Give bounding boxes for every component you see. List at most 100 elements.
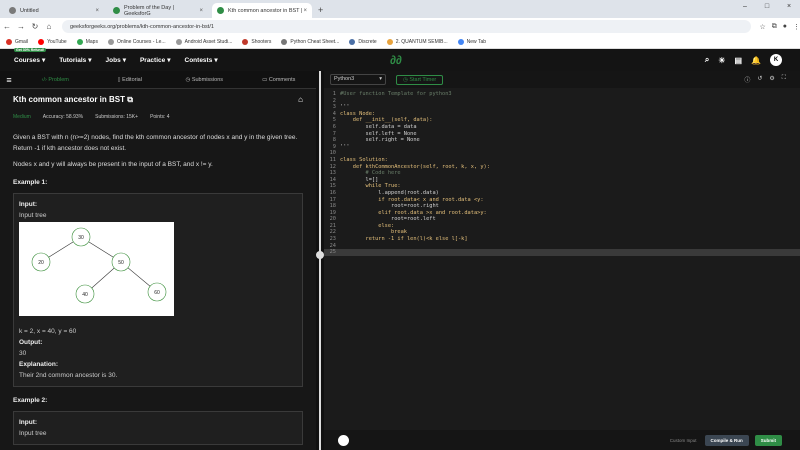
code-line[interactable]: 19 elif root.data >x and root.data>y: (324, 210, 800, 217)
start-timer-button[interactable]: ◷ Start Timer (396, 74, 444, 85)
code-line[interactable]: 25 (324, 249, 800, 256)
menu-icon[interactable]: ⋮ (793, 23, 800, 31)
info-icon[interactable]: ⓘ (744, 75, 750, 84)
browser-tab-active[interactable]: Kth common ancestor in BST | × (212, 3, 312, 18)
code-text: def __init__(self, data): (340, 117, 433, 124)
code-line[interactable]: 4 class Node: (324, 111, 800, 118)
code-line[interactable]: 23 return -1 if len(l)<k else l[-k] (324, 236, 800, 243)
browser-tab[interactable]: Problem of the Day | GeeksforG × (108, 3, 208, 18)
submissions-stat: Submissions: 15K+ (95, 114, 139, 120)
code-line[interactable]: 10 (324, 150, 800, 157)
tab-problem[interactable]: ‹/› Problem (18, 77, 93, 83)
code-line[interactable]: 24 (324, 243, 800, 250)
compile-run-button[interactable]: Compile & Run (704, 434, 749, 446)
line-number: 14 (329, 176, 336, 183)
tab-comments[interactable]: ▭ Comments (242, 77, 317, 83)
gear-icon[interactable] (338, 434, 349, 446)
hamburger-icon[interactable]: ≡ (0, 75, 18, 85)
code-line[interactable]: 20 root=root.left (324, 216, 800, 223)
close-icon[interactable]: × (95, 8, 99, 14)
minimize-icon[interactable]: – (734, 0, 756, 14)
language-select[interactable]: Python3 ▾ (330, 74, 386, 85)
tree-node-label: 30 (78, 235, 84, 241)
window-controls: – □ × (734, 0, 800, 14)
browser-tab-strip: Untitled × Problem of the Day | GeeksforG… (0, 0, 800, 18)
bookmark-online-courses[interactable]: Online Courses - Le... (107, 38, 166, 45)
tab-favicon (9, 7, 16, 14)
tab-editorial[interactable]: ▯ Editorial (93, 77, 168, 83)
code-line[interactable]: 9 ''' (324, 144, 800, 151)
menu-jobs[interactable]: Jobs ▾ (106, 56, 126, 65)
bookmark-new-tab[interactable]: New Tab (457, 38, 486, 45)
close-icon[interactable]: × (199, 8, 203, 14)
code-line[interactable]: 18 root=root.right (324, 203, 800, 210)
gfg-logo[interactable]: ∂∂ (390, 53, 402, 67)
new-tab-icon[interactable]: + (318, 3, 323, 18)
code-line[interactable]: 12 def kthCommonAncestor(self, root, k, … (324, 164, 800, 171)
pane-divider[interactable] (316, 71, 324, 450)
bookmark-icon[interactable]: ⌂ (298, 95, 303, 105)
code-line[interactable]: 21 else: (324, 223, 800, 230)
code-line[interactable]: 8 self.right = None (324, 137, 800, 144)
theme-toggle-icon[interactable]: ☀ (718, 56, 725, 65)
code-line[interactable]: 11 class Solution: (324, 157, 800, 164)
close-window-icon[interactable]: × (778, 0, 800, 14)
menu-practice[interactable]: Practice ▾ (140, 56, 171, 65)
menu-tutorials[interactable]: Tutorials ▾ (59, 56, 91, 65)
close-icon[interactable]: × (303, 8, 307, 14)
code-line[interactable]: 15 while True: (324, 183, 800, 190)
code-line[interactable]: 1 #User function Template for python3 (324, 91, 800, 98)
bookmark-shooters[interactable]: Shooters (242, 38, 271, 45)
code-line[interactable]: 13 # Code here (324, 170, 800, 177)
search-icon[interactable]: ⌕ (705, 55, 709, 65)
messages-icon[interactable]: ▤ (734, 56, 742, 65)
bookmark-gmail[interactable]: Gmail (6, 38, 28, 45)
maps-icon (76, 38, 83, 45)
copy-icon[interactable]: ⧉ (127, 95, 133, 104)
promo-badge[interactable]: Get 30% Refund! (14, 48, 47, 52)
bookmark-youtube[interactable]: YouTube (38, 38, 67, 45)
code-line[interactable]: 6 self.data = data (324, 124, 800, 131)
reset-icon[interactable]: ↺ (757, 75, 762, 84)
code-line[interactable]: 14 l=[] (324, 177, 800, 184)
fullscreen-icon[interactable]: ⛶ (782, 75, 786, 84)
chevron-down-icon: ▾ (379, 76, 382, 82)
bookmark-python-cheat[interactable]: Python Cheat Sheet... (281, 38, 339, 45)
menu-courses[interactable]: Courses ▾ (14, 56, 45, 65)
line-number: 17 (329, 196, 336, 203)
bookmark-maps[interactable]: Maps (76, 38, 98, 45)
bookmark-android-asset[interactable]: Android Asset Studi... (175, 38, 232, 45)
browser-tab[interactable]: Untitled × (4, 3, 104, 18)
home-icon[interactable]: ⌂ (42, 22, 56, 31)
code-line[interactable]: 5 def __init__(self, data): (324, 117, 800, 124)
bookmark-discrete[interactable]: Discrete (349, 38, 377, 45)
resize-handle[interactable] (316, 251, 324, 259)
problem-note: Nodes x and y will always be present in … (13, 161, 213, 168)
submit-button[interactable]: Submit (754, 434, 782, 446)
code-line[interactable]: 22 break (324, 229, 800, 236)
tab-title: Untitled (20, 7, 39, 14)
code-line[interactable]: 7 self.left = None (324, 131, 800, 138)
code-line[interactable]: 2 (324, 98, 800, 105)
maximize-icon[interactable]: □ (756, 0, 778, 14)
settings-icon[interactable]: ⚙ (769, 75, 774, 84)
code-line[interactable]: 17 if root.data< x and root.data <y: (324, 197, 800, 204)
notifications-icon[interactable]: 🔔 (751, 56, 761, 65)
url-field[interactable]: geeksforgeeks.org/problems/kth-common-an… (61, 20, 752, 33)
code-line[interactable]: 16 l.append(root.data) (324, 190, 800, 197)
avatar[interactable]: K (770, 54, 782, 66)
reload-icon[interactable]: ↻ (28, 22, 42, 31)
extensions-icon[interactable]: ⧉ (772, 23, 777, 31)
custom-input-toggle[interactable]: Custom Input (670, 438, 697, 443)
tab-submissions[interactable]: ◷ Submissions (167, 77, 242, 83)
back-icon[interactable]: ← (0, 22, 14, 31)
code-line[interactable]: 3 ''' (324, 104, 800, 111)
profile-icon[interactable]: ● (783, 23, 787, 31)
bookmark-quantum[interactable]: 2. QUANTUM SEMIB... (386, 38, 448, 45)
menu-contests[interactable]: Contests ▾ (185, 56, 218, 65)
star-icon[interactable]: ☆ (759, 23, 765, 31)
line-number: 16 (329, 189, 336, 196)
code-editor[interactable]: 1 #User function Template for python3 2 3 ''… (324, 88, 800, 256)
code-text: self.right = None (340, 137, 420, 144)
forward-icon[interactable]: → (14, 22, 28, 31)
